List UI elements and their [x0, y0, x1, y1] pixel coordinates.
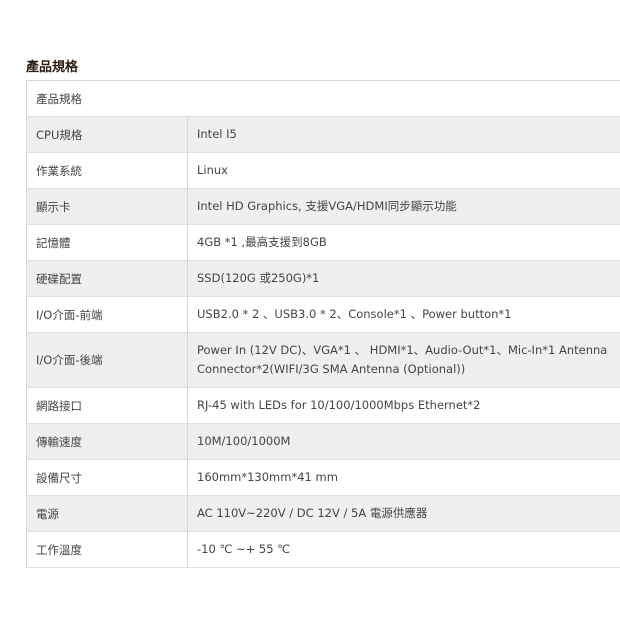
spec-label: 設備尺寸: [27, 460, 188, 495]
table-header-row: 產品規格: [27, 81, 620, 117]
spec-value: USB2.0 * 2 、USB3.0 * 2、Console*1 、Power …: [197, 307, 512, 321]
spec-label: 網路接口: [27, 388, 188, 423]
spec-value: AC 110V~220V / DC 12V / 5A 電源供應器: [197, 506, 428, 520]
table-row: 記憶體 4GB *1 ,最高支援到8GB: [27, 225, 620, 261]
table-row: 工作溫度 -10 ℃ ~+ 55 ℃: [27, 532, 620, 568]
table-header: 產品規格: [36, 91, 82, 106]
spec-value: SSD(120G 或250G)*1: [197, 271, 320, 285]
table-row: I/O介面-前端 USB2.0 * 2 、USB3.0 * 2、Console*…: [27, 297, 620, 333]
spec-value: 10M/100/1000M: [197, 434, 291, 448]
spec-value: -10 ℃ ~+ 55 ℃: [197, 542, 291, 556]
section-title: 產品規格: [26, 60, 79, 75]
spec-value: Power In (12V DC)、VGA*1 、 HDMI*1、Audio-O…: [197, 343, 608, 376]
spec-label: CPU規格: [27, 117, 188, 152]
spec-label: 記憶體: [27, 225, 188, 260]
spec-value: RJ-45 with LEDs for 10/100/1000Mbps Ethe…: [197, 398, 481, 412]
spec-value: Linux: [197, 163, 228, 177]
spec-label: 工作溫度: [27, 532, 188, 567]
spec-table: 產品規格 CPU規格 Intel I5 作業系統 Linux 顯示卡 Intel…: [26, 80, 620, 568]
spec-label: 作業系統: [27, 153, 188, 188]
table-row: 傳輸速度 10M/100/1000M: [27, 424, 620, 460]
spec-label: 傳輸速度: [27, 424, 188, 459]
table-row: 網路接口 RJ-45 with LEDs for 10/100/1000Mbps…: [27, 388, 620, 424]
spec-label: 顯示卡: [27, 189, 188, 224]
table-row: 作業系統 Linux: [27, 153, 620, 189]
spec-label: I/O介面-後端: [27, 333, 188, 387]
spec-value: 160mm*130mm*41 mm: [197, 470, 338, 484]
spec-value: Intel HD Graphics, 支援VGA/HDMI同步顯示功能: [197, 199, 457, 213]
table-row: 硬碟配置 SSD(120G 或250G)*1: [27, 261, 620, 297]
spec-value: 4GB *1 ,最高支援到8GB: [197, 235, 327, 249]
table-row: 電源 AC 110V~220V / DC 12V / 5A 電源供應器: [27, 496, 620, 532]
table-row: 顯示卡 Intel HD Graphics, 支援VGA/HDMI同步顯示功能: [27, 189, 620, 225]
table-row: 設備尺寸 160mm*130mm*41 mm: [27, 460, 620, 496]
spec-label: 硬碟配置: [27, 261, 188, 296]
table-row: I/O介面-後端 Power In (12V DC)、VGA*1 、 HDMI*…: [27, 333, 620, 388]
table-row: CPU規格 Intel I5: [27, 117, 620, 153]
spec-value: Intel I5: [197, 127, 237, 141]
spec-label: 電源: [27, 496, 188, 531]
spec-label: I/O介面-前端: [27, 297, 188, 332]
